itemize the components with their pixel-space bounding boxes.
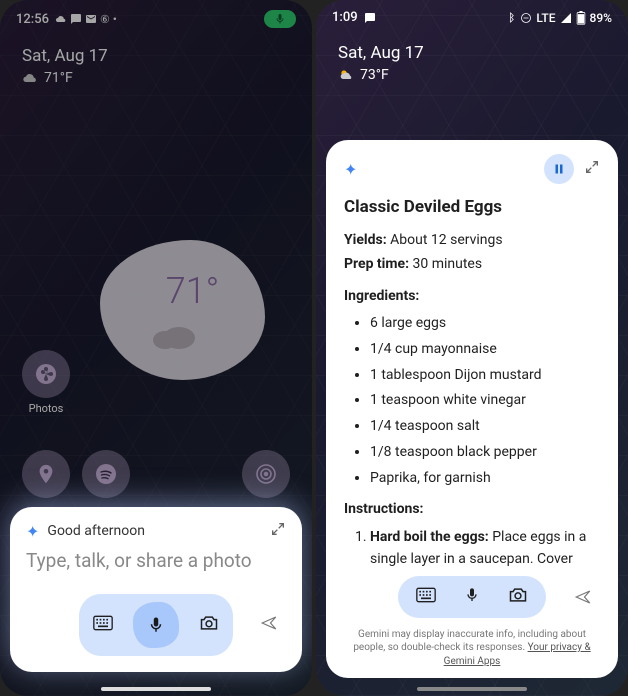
gemini-response-card: ✦ Classic Deviled Eggs Yields: About 12 … <box>326 140 618 678</box>
disclaimer-text: Gemini may display inaccurate info, incl… <box>344 628 600 669</box>
photos-label: Photos <box>22 402 70 415</box>
temp-small: 71°F <box>44 70 73 86</box>
status-bar: 1:09 LTE 89% <box>316 0 628 29</box>
clock: 12:56 <box>16 12 49 27</box>
keyboard-icon <box>93 615 113 631</box>
temp-small: 73°F <box>360 67 389 83</box>
gemini-prompt-card: ✦ Good afternoon Type, talk, or share a … <box>10 507 302 672</box>
notification-icons: ⑥ • <box>55 13 117 26</box>
clock: 1:09 <box>332 10 358 25</box>
send-icon <box>260 614 278 632</box>
response-body[interactable]: Classic Deviled Eggs Yields: About 12 se… <box>344 194 600 566</box>
partly-sunny-icon <box>338 67 354 83</box>
keyboard-button[interactable] <box>93 615 113 635</box>
date-weather[interactable]: Sat, Aug 17 73°F <box>316 29 628 83</box>
battery-icon <box>576 11 586 25</box>
signal-icon <box>560 12 572 24</box>
date-weather[interactable]: Sat, Aug 17 71°F <box>0 32 312 86</box>
mic-icon <box>464 587 480 603</box>
expand-button[interactable] <box>270 521 286 541</box>
pause-button[interactable] <box>544 154 574 184</box>
weather-temp-large: 71° <box>166 270 220 312</box>
ingredients-list: 6 large eggs 1/4 cup mayonnaise 1 tables… <box>344 313 600 489</box>
network-label: LTE <box>536 11 555 25</box>
camera-button[interactable] <box>199 614 219 636</box>
mic-icon <box>274 13 286 25</box>
send-icon <box>574 588 592 606</box>
podcast-icon <box>254 462 278 486</box>
prompt-input[interactable]: Type, talk, or share a photo <box>26 549 286 572</box>
gemini-sparkle-icon: ✦ <box>26 522 39 541</box>
mic-button[interactable] <box>464 587 480 607</box>
date-text: Sat, Aug 17 <box>22 46 290 66</box>
more-icon: • <box>113 13 117 26</box>
phone-right: 1:09 LTE 89% Sat, Aug 17 73°F ✦ <box>316 0 628 696</box>
date-text: Sat, Aug 17 <box>338 43 606 63</box>
greeting-text: Good afternoon <box>47 523 145 539</box>
pause-icon <box>553 163 565 175</box>
list-item: Hard boil the eggs: Place eggs in a sing… <box>370 527 600 566</box>
yields-value: About 12 servings <box>390 232 502 248</box>
pin-icon <box>35 463 57 485</box>
maps-app-icon[interactable] <box>22 450 70 498</box>
bluetooth-icon <box>505 12 516 23</box>
list-item: 1/8 teaspoon black pepper <box>370 442 600 464</box>
prep-label: Prep time: <box>344 256 409 272</box>
nav-handle[interactable] <box>417 687 527 691</box>
recipe-title: Classic Deviled Eggs <box>344 194 600 220</box>
podcast-app-icon[interactable] <box>242 450 290 498</box>
camera-icon <box>508 586 528 604</box>
dnd-icon <box>520 12 532 24</box>
list-item: Paprika, for garnish <box>370 468 600 490</box>
photos-app-icon[interactable] <box>22 350 70 398</box>
cloud-icon <box>22 70 38 86</box>
chat-icon <box>364 12 376 24</box>
status-bar: 12:56 ⑥ • <box>0 0 312 32</box>
input-control-pill <box>79 594 233 656</box>
list-item: 1 teaspoon white vinegar <box>370 390 600 412</box>
yields-label: Yields: <box>344 232 387 248</box>
send-button[interactable] <box>260 614 278 636</box>
list-item: 1/4 cup mayonnaise <box>370 339 600 361</box>
message-icon <box>70 13 82 25</box>
keyboard-icon <box>416 587 436 603</box>
keyboard-button[interactable] <box>416 587 436 607</box>
nav-handle[interactable] <box>101 687 211 691</box>
gemini-sparkle-icon: ✦ <box>344 160 357 179</box>
expand-button[interactable] <box>584 159 600 179</box>
send-button[interactable] <box>574 588 592 610</box>
phone-left: 12:56 ⑥ • Sat, Aug 17 71°F 71° <box>0 0 312 696</box>
ingredients-heading: Ingredients: <box>344 286 600 308</box>
expand-icon <box>270 521 286 537</box>
list-item: 1/4 teaspoon salt <box>370 416 600 438</box>
step-title: Hard boil the eggs: <box>370 529 489 545</box>
spotify-icon <box>94 462 118 486</box>
threads-icon: ⑥ <box>100 13 110 26</box>
cloud-icon <box>55 13 67 25</box>
spotify-app-icon[interactable] <box>82 450 130 498</box>
instructions-list: Hard boil the eggs: Place eggs in a sing… <box>344 527 600 566</box>
expand-icon <box>584 159 600 175</box>
mic-icon <box>147 616 165 634</box>
mic-active-pill[interactable] <box>264 10 296 28</box>
pinwheel-icon <box>34 362 58 386</box>
list-item: 6 large eggs <box>370 313 600 335</box>
prep-value: 30 minutes <box>413 256 483 272</box>
cloud-large-icon <box>149 318 197 350</box>
instructions-heading: Instructions: <box>344 499 600 521</box>
camera-button[interactable] <box>508 586 528 608</box>
list-item: 1 tablespoon Dijon mustard <box>370 365 600 387</box>
mail-icon <box>85 13 97 25</box>
mic-button[interactable] <box>133 602 179 648</box>
input-control-pill <box>398 576 546 618</box>
battery-percent: 89% <box>590 11 612 25</box>
camera-icon <box>199 614 219 632</box>
